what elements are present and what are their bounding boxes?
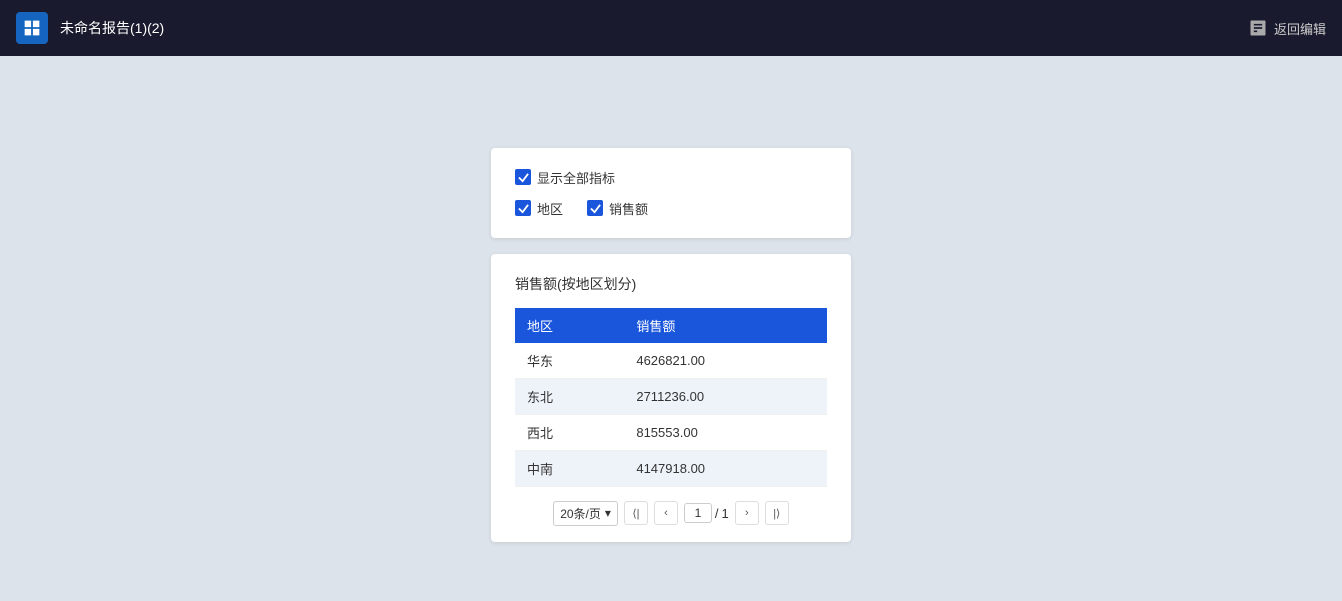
region-checkbox-item[interactable]: 地区 (515, 199, 563, 218)
cell-region-2: 西北 (515, 414, 624, 450)
per-page-value: 20条/页 (560, 505, 601, 522)
sales-label: 销售额 (609, 199, 648, 218)
col-header-amount: 销售额 (624, 308, 827, 343)
page-separator: / (715, 506, 719, 521)
current-page[interactable]: 1 (684, 503, 712, 523)
page-info: 1 / 1 (684, 503, 729, 523)
back-label: 返回编辑 (1274, 19, 1326, 38)
table-header-row: 地区 销售额 (515, 308, 827, 343)
table-row: 东北 2711236.00 (515, 378, 827, 414)
pagination: 20条/页 ▾ ⟨| ‹ 1 / 1 › |⟩ (515, 501, 827, 526)
back-to-edit-button[interactable]: 返回编辑 (1248, 18, 1326, 38)
table-row: 华东 4626821.00 (515, 343, 827, 379)
cell-region-1: 东北 (515, 378, 624, 414)
sales-checkbox-item[interactable]: 销售额 (587, 199, 648, 218)
cell-amount-2: 815553.00 (624, 414, 827, 450)
table-row: 西北 815553.00 (515, 414, 827, 450)
logo-icon (16, 12, 48, 44)
field-checkboxes-row: 地区 销售额 (515, 199, 827, 218)
show-all-checkbox[interactable] (515, 169, 531, 185)
prev-page-button[interactable]: ‹ (654, 501, 678, 525)
show-all-checkbox-item[interactable]: 显示全部指标 (515, 168, 615, 187)
last-page-button[interactable]: |⟩ (765, 501, 789, 525)
table-title: 销售额(按地区划分) (515, 274, 827, 294)
sales-checkbox[interactable] (587, 200, 603, 216)
per-page-select[interactable]: 20条/页 ▾ (553, 501, 618, 526)
sales-table: 地区 销售额 华东 4626821.00 东北 2711236.00 西北 81… (515, 308, 827, 487)
dropdown-icon: ▾ (605, 506, 611, 520)
region-label: 地区 (537, 199, 563, 218)
total-pages: 1 (722, 506, 729, 521)
col-header-region: 地区 (515, 308, 624, 343)
cell-amount-1: 2711236.00 (624, 378, 827, 414)
report-title: 未命名报告(1)(2) (60, 18, 164, 38)
table-row: 中南 4147918.00 (515, 450, 827, 486)
app-header: 未命名报告(1)(2) 返回编辑 (0, 0, 1342, 56)
table-card: 销售额(按地区划分) 地区 销售额 华东 4626821.00 东北 27112… (491, 254, 851, 542)
show-all-row: 显示全部指标 (515, 168, 827, 187)
cell-region-3: 中南 (515, 450, 624, 486)
first-page-button[interactable]: ⟨| (624, 501, 648, 525)
show-all-label: 显示全部指标 (537, 168, 615, 187)
cell-region-0: 华东 (515, 343, 624, 379)
cell-amount-0: 4626821.00 (624, 343, 827, 379)
filter-card: 显示全部指标 地区 销售额 (491, 148, 851, 238)
main-content: 显示全部指标 地区 销售额 销售额(按地区划分) 地区 (0, 56, 1342, 601)
region-checkbox[interactable] (515, 200, 531, 216)
next-page-button[interactable]: › (735, 501, 759, 525)
header-left: 未命名报告(1)(2) (16, 12, 164, 44)
cell-amount-3: 4147918.00 (624, 450, 827, 486)
